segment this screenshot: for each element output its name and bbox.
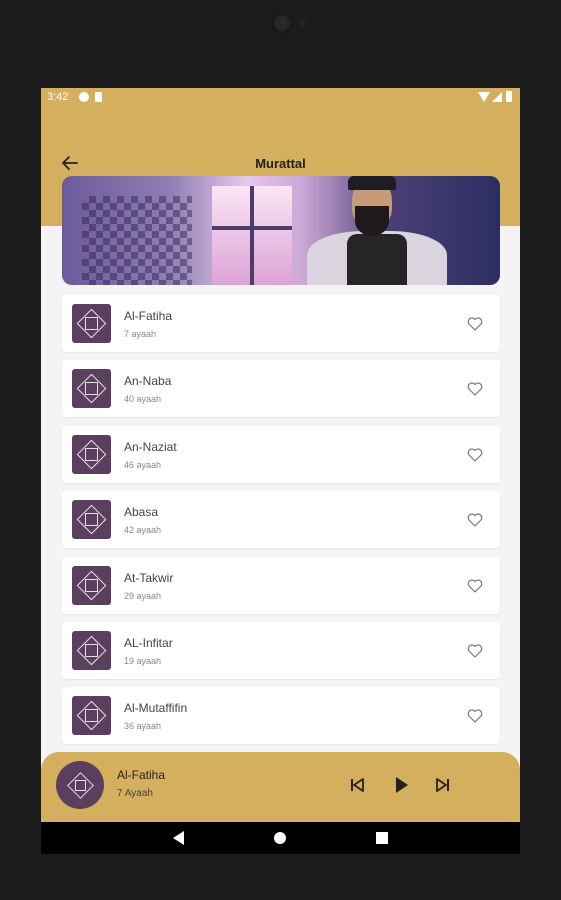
surah-ayah-count: 7 ayaah <box>124 329 157 339</box>
surah-ayah-count: 40 ayaah <box>124 394 162 405</box>
skip-next-icon <box>436 778 449 792</box>
play-button[interactable] <box>390 774 412 796</box>
player-track-title: Al-Fatiha <box>117 768 166 782</box>
surah-name: AL-Infitar <box>124 635 173 650</box>
surah-thumbnail <box>72 304 111 343</box>
previous-button[interactable] <box>346 774 368 796</box>
list-item[interactable]: At-Takwir 29 ayaah <box>62 556 500 614</box>
front-camera <box>272 13 292 33</box>
list-item[interactable]: AL-Infitar 19 ayaah <box>62 621 500 679</box>
player-artwork <box>56 761 104 809</box>
surah-ayah-count: 29 ayaah <box>124 590 162 601</box>
surah-name: Al-Mutaffifin <box>124 701 188 716</box>
page-title: Murattal <box>255 156 306 171</box>
surah-thumbnail <box>72 565 111 605</box>
heart-outline-icon[interactable] <box>466 707 484 725</box>
list-item[interactable]: Al-Fatiha 7 ayaah <box>62 295 500 352</box>
list-item[interactable]: Al-Mutaffifin 36 ayaah <box>62 687 500 745</box>
surah-thumbnail <box>72 696 111 736</box>
status-time: 3:42 <box>47 91 69 103</box>
surah-name: An-Naziat <box>124 439 177 454</box>
surah-ayah-count: 46 ayaah <box>124 459 162 470</box>
notification-icon <box>79 92 89 102</box>
player-track-subtitle: 7 Ayaah <box>117 788 153 799</box>
wifi-icon <box>478 92 490 102</box>
banner-lattice-pattern <box>82 196 192 285</box>
camera-sensor <box>298 19 306 27</box>
heart-outline-icon[interactable] <box>466 315 484 333</box>
heart-outline-icon[interactable] <box>466 577 484 595</box>
list-item[interactable]: An-Naziat 46 ayaah <box>62 425 500 483</box>
heart-outline-icon[interactable] <box>466 511 484 529</box>
nav-back-button[interactable] <box>173 831 184 845</box>
list-item[interactable]: Abasa 42 ayaah <box>62 491 500 549</box>
calligraphy-inner <box>85 513 98 527</box>
surah-thumbnail <box>72 630 111 670</box>
signal-icon <box>492 92 502 102</box>
app-screen: 3:42 Murattal Al-Fatiha 7 ayaah An-Naba … <box>41 88 520 854</box>
mini-player[interactable]: Al-Fatiha 7 Ayaah <box>41 752 520 822</box>
nav-home-button[interactable] <box>274 832 286 844</box>
nav-recents-button[interactable] <box>376 832 388 844</box>
calligraphy-inner <box>85 643 98 657</box>
banner-window-bar <box>250 186 254 285</box>
sd-card-icon <box>95 92 102 102</box>
next-button[interactable] <box>432 774 454 796</box>
reciter-cap <box>348 176 396 190</box>
calligraphy-inner <box>85 317 98 330</box>
surah-thumbnail <box>72 434 111 474</box>
reciter-banner <box>62 176 500 285</box>
heart-outline-icon[interactable] <box>466 446 484 464</box>
surah-ayah-count: 19 ayaah <box>124 655 162 666</box>
surah-thumbnail <box>72 369 111 409</box>
surah-name: An-Naba <box>124 374 172 389</box>
calligraphy-inner <box>85 382 98 396</box>
calligraphy-inner <box>75 780 86 791</box>
heart-outline-icon[interactable] <box>466 642 484 660</box>
play-icon <box>396 777 408 793</box>
surah-list: Al-Fatiha 7 ayaah An-Naba 40 ayaah An-Na… <box>62 295 500 753</box>
surah-thumbnail <box>72 500 111 540</box>
heart-outline-icon[interactable] <box>466 380 484 398</box>
surah-ayah-count: 36 ayaah <box>124 721 162 732</box>
calligraphy-inner <box>85 447 98 461</box>
list-item[interactable]: An-Naba 40 ayaah <box>62 360 500 418</box>
battery-icon <box>506 91 512 102</box>
status-bar: 3:42 <box>41 88 520 108</box>
reciter-vest <box>347 234 407 285</box>
system-navigation-bar <box>41 822 520 854</box>
calligraphy-inner <box>85 709 98 723</box>
surah-name: At-Takwir <box>124 570 174 585</box>
reciter-beard <box>355 206 389 236</box>
surah-ayah-count: 42 ayaah <box>124 525 162 536</box>
banner-window-bar <box>212 226 292 230</box>
skip-previous-icon <box>351 778 364 792</box>
surah-name: Abasa <box>124 505 159 520</box>
calligraphy-inner <box>85 578 98 592</box>
surah-name: Al-Fatiha <box>124 309 173 323</box>
